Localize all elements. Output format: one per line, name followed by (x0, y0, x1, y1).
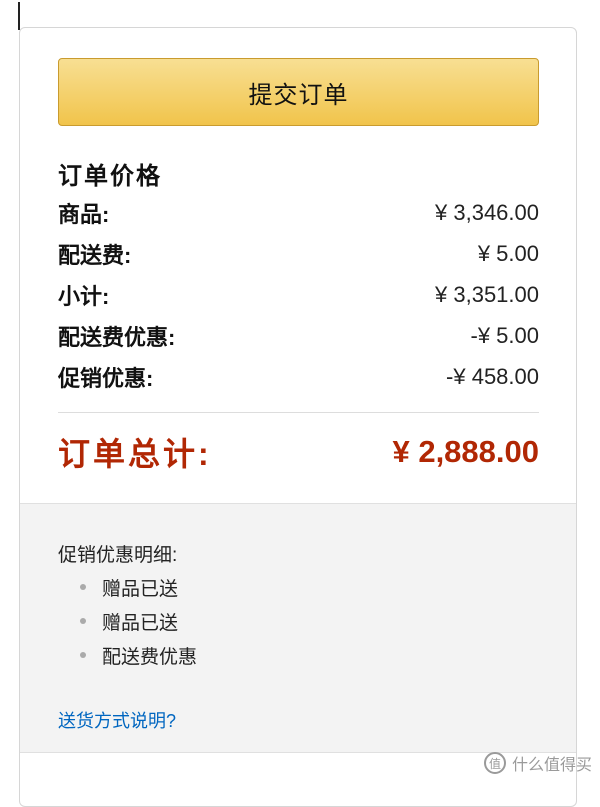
price-row-value: -¥ 5.00 (470, 322, 540, 348)
watermark-text: 什么值得买 (511, 757, 592, 774)
price-row-label: 配送费优惠: (58, 324, 176, 350)
price-row-label: 促销优惠: (58, 365, 154, 391)
watermark-logo-icon: 值 (483, 752, 506, 774)
price-row-label: 配送费: (58, 242, 132, 268)
price-row-subtotal: 小计: ¥ 3,351.00 (58, 274, 539, 315)
submit-order-button[interactable]: 提交订单 (58, 58, 539, 126)
watermark: 值 什么值得买 (483, 751, 592, 775)
price-row-label: 小计: (58, 283, 110, 309)
price-row-promotion-discount: 促销优惠: -¥ 458.00 (58, 356, 539, 397)
order-summary-card: 提交订单 订单价格 商品: ¥ 3,346.00 配送费: ¥ 5.00 小计:… (19, 27, 577, 807)
order-price-section: 订单价格 商品: ¥ 3,346.00 配送费: ¥ 5.00 小计: ¥ 3,… (58, 156, 539, 397)
order-total-label: 订单总计: (58, 436, 212, 472)
order-total-value: ¥ 2,888.00 (392, 434, 539, 469)
price-row-value: ¥ 5.00 (477, 240, 539, 266)
promotion-list: 赠品已送 赠品已送 配送费优惠 (80, 570, 197, 672)
price-row-label: 商品: (58, 201, 110, 227)
text-cursor (18, 2, 20, 30)
price-row-value: ¥ 3,351.00 (435, 281, 539, 307)
price-row-shipping-discount: 配送费优惠: -¥ 5.00 (58, 315, 539, 356)
promotion-item-text: 赠品已送 (102, 612, 179, 634)
order-price-title: 订单价格 (58, 163, 162, 190)
price-row-items: 商品: ¥ 3,346.00 (58, 192, 539, 233)
price-row-value: ¥ 3,346.00 (435, 199, 539, 225)
list-item: 赠品已送 (80, 604, 197, 638)
promotion-details-title: 促销优惠明细: (58, 545, 178, 566)
shipping-method-link[interactable]: 送货方式说明? (58, 707, 176, 733)
bullet-icon (80, 652, 86, 658)
bullet-icon (80, 584, 86, 590)
promotion-item-text: 赠品已送 (102, 578, 179, 600)
divider (58, 412, 539, 413)
price-row-value: -¥ 458.00 (446, 363, 539, 389)
list-item: 赠品已送 (80, 570, 197, 604)
price-row-shipping: 配送费: ¥ 5.00 (58, 233, 539, 274)
promotion-item-text: 配送费优惠 (102, 646, 198, 668)
promotion-details-section: 促销优惠明细: 赠品已送 赠品已送 配送费优惠 送货方式说明? (20, 503, 576, 753)
order-total: 订单总计: ¥ 2,888.00 (58, 426, 539, 478)
bullet-icon (80, 618, 86, 624)
list-item: 配送费优惠 (80, 638, 197, 672)
